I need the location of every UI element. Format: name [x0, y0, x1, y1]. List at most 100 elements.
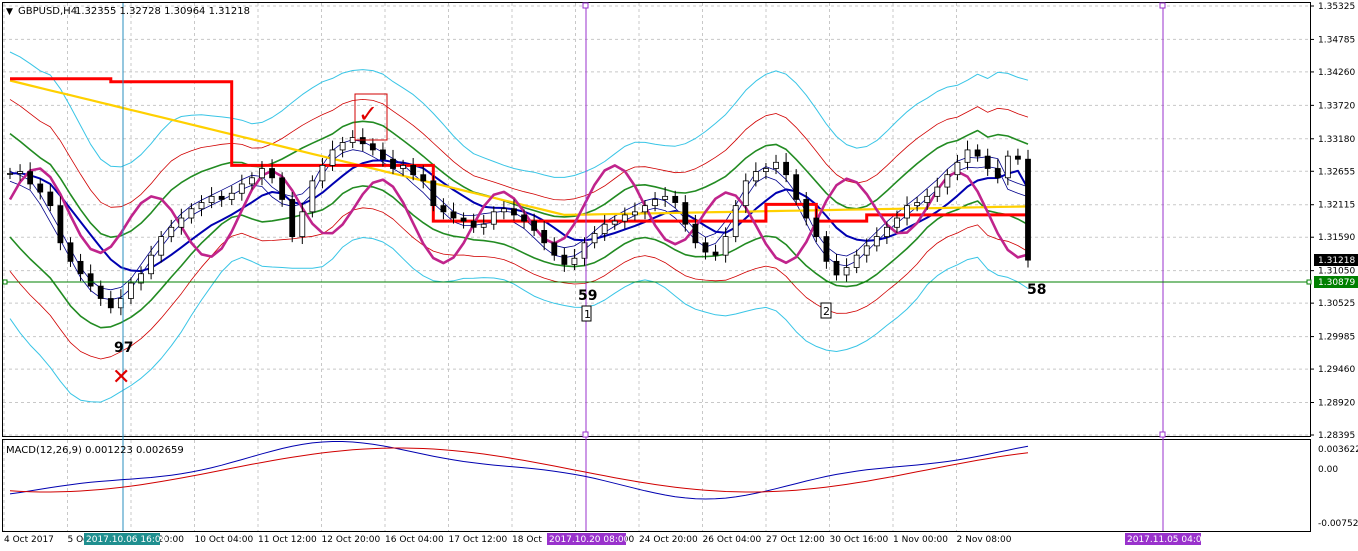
candle-body: [803, 199, 810, 219]
candle-body: [934, 186, 941, 197]
candle-body: [712, 251, 719, 256]
price-axis: 1.35325 1.34785 1.34260 1.33720 1.33180 1.326…: [1310, 2, 1355, 441]
time-tick-label: 11 Oct 12:00: [258, 535, 317, 545]
candle-body: [662, 195, 669, 200]
candle-body: [77, 260, 84, 275]
price-tick-label: 1.32655: [1318, 167, 1355, 177]
candle-body: [682, 202, 689, 225]
candle-body: [158, 236, 165, 256]
candle-body: [198, 202, 205, 210]
candle-body: [752, 171, 759, 182]
time-tick-label: 17 Oct 12:00: [449, 535, 508, 545]
candle-body: [390, 158, 396, 169]
time-tick-label: 2 Nov 08:00: [957, 535, 1012, 545]
time-tick-label: 24 Oct 20:00: [639, 535, 698, 545]
candle-body: [17, 171, 23, 174]
price-tick-label: 1.29985: [1318, 333, 1355, 343]
candle-body: [773, 161, 779, 169]
price-tick-label: 1.34785: [1318, 35, 1355, 45]
candle-body: [652, 199, 658, 207]
price-chart: ▼ GBPUSD,H4 1.32355 1.32728 1.30964 1.31…: [2, 2, 1358, 545]
candle-body: [279, 177, 286, 200]
candle-body: [732, 205, 739, 237]
annotation-box-2-text: 2: [823, 305, 830, 318]
symbol-label: GBPUSD,H4: [18, 6, 77, 17]
candle-body: [894, 217, 900, 228]
candle-body: [178, 217, 185, 228]
candle-body: [924, 195, 931, 203]
price-tick-label: 1.34260: [1318, 68, 1355, 78]
candle-body: [601, 223, 608, 234]
current-price-text: 1.31218: [1318, 256, 1355, 266]
candle-body: [511, 208, 517, 216]
price-tick-label: 1.35325: [1318, 2, 1355, 12]
candle-body: [833, 260, 840, 276]
ohlc-values: 1.32355 1.32728 1.30964 1.31218: [75, 6, 250, 17]
candle-body: [97, 285, 104, 299]
candle-body: [228, 192, 235, 200]
hline-handle: [1306, 279, 1312, 285]
price-tick-label: 1.32115: [1318, 201, 1355, 211]
candle-body: [289, 199, 296, 237]
candle-body: [763, 168, 769, 172]
price-tick-label: 1.33720: [1318, 101, 1355, 111]
price-tick-label: 1.28395: [1318, 431, 1355, 441]
price-tick-label: 1.31050: [1318, 267, 1355, 277]
candle-body: [450, 211, 457, 219]
candle-body: [551, 242, 558, 256]
time-tick-label: 30 Oct 16:00: [830, 535, 889, 545]
price-tick-label: 1.29460: [1318, 365, 1355, 375]
vline-handle: [582, 431, 589, 438]
candle-body: [883, 226, 890, 237]
candle-body: [148, 254, 155, 275]
candle-body: [440, 205, 447, 213]
candle-body: [7, 173, 13, 175]
annotation-box-1-text: 1: [584, 308, 591, 321]
candle-body: [994, 168, 1001, 179]
candle-body: [672, 195, 679, 203]
candle-body: [944, 174, 951, 188]
candle-body: [188, 208, 195, 219]
menu-arrow-icon[interactable]: ▼: [6, 7, 13, 17]
candle-body: [853, 254, 860, 268]
time-tick-label: 16 Oct 04:00: [385, 535, 444, 545]
time-tick-label: 18 Oct: [512, 535, 542, 545]
candle-body: [490, 211, 497, 225]
candle-body: [359, 137, 366, 145]
candle-body: [843, 267, 850, 276]
candle-body: [722, 236, 729, 256]
candle-body: [420, 174, 427, 182]
candle-body: [500, 208, 507, 213]
candle-body: [128, 282, 134, 299]
candle-body: [480, 223, 487, 228]
candle-body: [218, 195, 225, 200]
candle-body: [249, 177, 255, 185]
candle-body: [521, 214, 527, 222]
level-price-text: 1.30879: [1318, 278, 1355, 288]
candle-body: [632, 211, 638, 216]
time-tick-label: 4 Oct 2017: [4, 535, 54, 545]
macd-label: MACD(12,26,9) 0.001223 0.002659: [6, 445, 184, 456]
price-panel: [2, 2, 1311, 437]
price-tick-label: 1.30525: [1318, 299, 1355, 309]
candle-body: [964, 149, 971, 163]
candle-body: [27, 171, 34, 185]
candle-body: [238, 183, 245, 194]
candle-body: [67, 242, 74, 262]
candle-body: [591, 233, 598, 244]
candle-body: [561, 254, 568, 265]
candle-body: [269, 168, 275, 179]
candle-body: [742, 180, 749, 207]
candle-body: [984, 155, 991, 169]
candle-body: [319, 165, 326, 182]
price-tick-label: 1.31590: [1318, 233, 1355, 243]
sell-cross-icon: ✕: [112, 365, 130, 390]
annotation-label-59: 59: [578, 288, 597, 304]
candle-body: [813, 217, 820, 237]
candle-body: [168, 226, 175, 237]
candle-body: [702, 242, 709, 253]
time-tick-label: 27 Oct 12:00: [766, 535, 825, 545]
annotation-label-58: 58: [1027, 282, 1046, 298]
time-tick-label: 26 Oct 04:00: [703, 535, 762, 545]
candle-body: [309, 180, 316, 213]
